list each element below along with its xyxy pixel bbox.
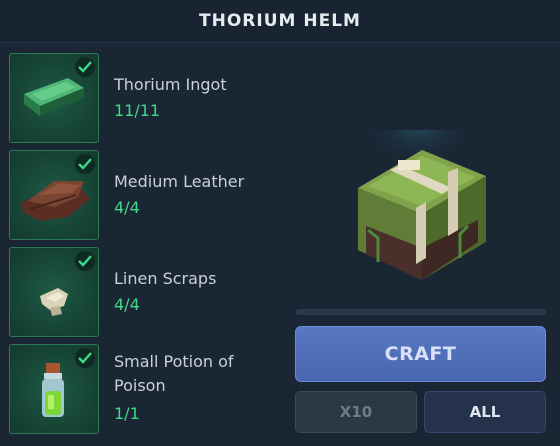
material-count: 4/4 <box>114 198 140 217</box>
page-title: THORIUM HELM <box>199 11 361 31</box>
material-item-linen-scraps[interactable]: Linen Scraps 4/4 <box>9 247 249 339</box>
material-name: Thorium Ingot <box>114 75 227 94</box>
material-slot[interactable] <box>9 247 99 337</box>
material-slot[interactable] <box>9 150 99 240</box>
thorium-helm-icon <box>358 130 486 280</box>
material-name: Linen Scraps <box>114 269 217 288</box>
header: THORIUM HELM <box>0 0 560 43</box>
material-item-medium-leather[interactable]: Medium Leather 4/4 <box>9 150 249 242</box>
craft-x10-button[interactable]: X10 <box>295 391 417 433</box>
material-count: 4/4 <box>114 295 140 314</box>
material-item-thorium-ingot[interactable]: Thorium Ingot 11/11 <box>9 53 249 145</box>
craft-progress-bar <box>296 309 546 315</box>
material-item-small-potion-of-poison[interactable]: Small Potion of Poison 1/1 <box>9 344 249 436</box>
material-count: 11/11 <box>114 101 161 120</box>
material-slot[interactable] <box>9 344 99 434</box>
material-slot[interactable] <box>9 53 99 143</box>
check-icon <box>75 154 95 174</box>
check-icon <box>75 348 95 368</box>
craft-all-button[interactable]: ALL <box>424 391 546 433</box>
check-icon <box>75 251 95 271</box>
check-icon <box>75 57 95 77</box>
material-name: Medium Leather <box>114 172 245 191</box>
craft-button[interactable]: CRAFT <box>295 326 546 382</box>
material-name: Small Potion of Poison <box>114 352 234 395</box>
material-count: 1/1 <box>114 404 140 423</box>
